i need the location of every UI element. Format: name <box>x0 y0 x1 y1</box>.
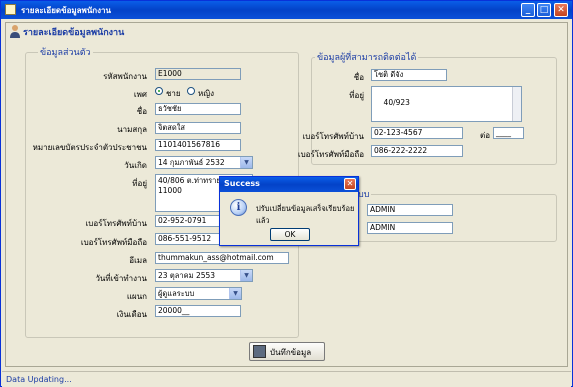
chevron-down-icon[interactable]: ▼ <box>229 288 241 299</box>
dialog-message: ปรับเปลี่ยนข้อมูลเสร็จเรียบร้อยแล้ว <box>256 204 355 225</box>
address-label: ที่อยู่ <box>132 179 147 188</box>
maximize-button[interactable]: □ <box>537 3 551 17</box>
salary-label: เงินเดือน <box>116 310 147 319</box>
dialog-close-button[interactable]: ✕ <box>344 178 356 190</box>
surname-field[interactable]: จิตสดใส <box>155 122 241 134</box>
employee-id-label: รหัสพนักงาน <box>103 72 147 81</box>
contact-mobile-field[interactable]: 086-222-2222 <box>371 145 463 157</box>
save-icon <box>253 345 266 358</box>
contact-address-label: ที่อยู่ <box>349 91 364 100</box>
department-label: แผนก <box>126 292 147 301</box>
name-label: ชื่อ <box>136 107 147 116</box>
employee-id-field[interactable]: E1000 <box>155 68 241 80</box>
contact-address-value: 40/923 <box>383 98 410 107</box>
dialog-title-bar[interactable]: Success ✕ <box>220 177 358 192</box>
dialog-title: Success <box>224 179 260 188</box>
birthdate-label: วันเกิด <box>124 161 147 170</box>
contact-home-phone-label: เบอร์โทรศัพท์บ้าน <box>302 132 364 141</box>
start-date-picker[interactable]: 23 ตุลาคม 2553 ▼ <box>155 269 253 282</box>
department-value: ผู้ดูแลระบบ <box>158 289 195 298</box>
contact-name-field[interactable]: โชติ ดีจัง <box>371 69 447 81</box>
contact-home-phone-field[interactable]: 02-123-4567 <box>371 127 463 139</box>
personal-info-title: ข้อมูลส่วนตัว <box>38 45 93 59</box>
chevron-down-icon[interactable]: ▼ <box>240 270 252 281</box>
save-button-label: บันทึกข้อมูล <box>270 348 312 357</box>
close-button[interactable]: ✕ <box>554 3 568 17</box>
home-phone-label: เบอร์โทรศัพท์บ้าน <box>85 219 147 228</box>
app-icon <box>5 4 16 15</box>
birthdate-value: 14 กุมภาพันธ์ 2532 <box>158 158 225 167</box>
mobile-label: เบอร์โทรศัพท์มือถือ <box>80 238 147 247</box>
id-card-label: หมายเลขบัตรประจำตัวประชาชน <box>32 143 147 152</box>
password-field[interactable]: ADMIN <box>367 222 453 234</box>
contact-info-title: ข้อมูลผู้ที่สามารถติดต่อได้ <box>315 50 419 64</box>
gender-male-radio[interactable] <box>155 87 163 95</box>
info-icon: i <box>230 199 247 216</box>
email-field[interactable]: thummakun_ass@hotmail.com <box>155 252 289 264</box>
gender-female-label: หญิง <box>198 89 214 98</box>
status-text: Data Updating... <box>6 375 72 384</box>
email-label: อีเมล <box>129 256 147 265</box>
status-bar: Data Updating... <box>2 371 571 387</box>
ext-field[interactable]: ____ <box>493 127 524 139</box>
success-dialog: Success ✕ i ปรับเปลี่ยนข้อมูลเสร็จเรียบร… <box>219 176 359 246</box>
contact-name-label: ชื่อ <box>353 73 364 82</box>
gender-female-radio[interactable] <box>187 87 195 95</box>
gender-label: เพศ <box>133 90 147 99</box>
ext-label: ต่อ <box>480 131 490 140</box>
title-bar[interactable]: รายละเอียดข้อมูลพนักงาน _ □ ✕ <box>1 1 572 19</box>
employee-window: รายละเอียดข้อมูลพนักงาน _ □ ✕ รายละเอียด… <box>0 0 573 387</box>
salary-field[interactable]: 20000__ <box>155 305 241 317</box>
ok-button[interactable]: OK <box>270 228 310 241</box>
username-field[interactable]: ADMIN <box>367 204 453 216</box>
minimize-button[interactable]: _ <box>521 3 535 17</box>
contact-mobile-label: เบอร์โทรศัพท์มือถือ <box>297 150 364 159</box>
chevron-down-icon[interactable]: ▼ <box>240 157 252 168</box>
start-date-value: 23 ตุลาคม 2553 <box>158 271 216 280</box>
user-icon <box>10 25 20 38</box>
page-title: รายละเอียดข้อมูลพนักงาน <box>23 28 125 38</box>
contact-address-field[interactable]: 40/923 <box>371 86 522 122</box>
scrollbar[interactable] <box>512 87 521 121</box>
save-button[interactable]: บันทึกข้อมูล <box>249 342 325 361</box>
name-field[interactable]: ธวัชชัย <box>155 103 241 115</box>
window-title: รายละเอียดข้อมูลพนักงาน <box>21 6 111 15</box>
start-date-label: วันที่เข้าทำงาน <box>95 274 147 283</box>
birthdate-picker[interactable]: 14 กุมภาพันธ์ 2532 ▼ <box>155 156 253 169</box>
surname-label: นามสกุล <box>117 125 147 134</box>
department-select[interactable]: ผู้ดูแลระบบ ▼ <box>155 287 242 300</box>
gender-male-label: ชาย <box>166 89 181 98</box>
id-card-field[interactable]: 1101401567816 <box>155 139 241 151</box>
